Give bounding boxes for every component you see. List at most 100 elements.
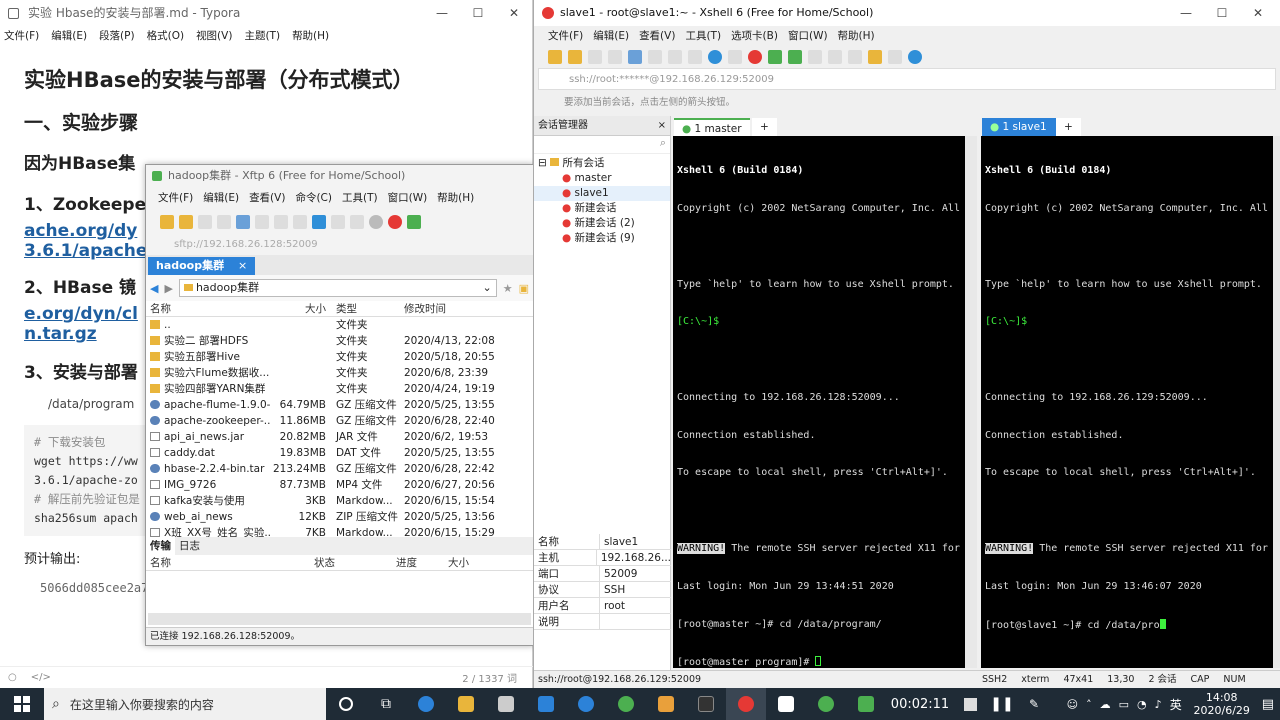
show-hidden-icon[interactable]: ˄ [1086, 698, 1092, 711]
cloud-icon[interactable]: ☁ [1100, 698, 1111, 711]
tcol-progress[interactable]: 进度 [396, 555, 448, 570]
cortana-icon[interactable] [326, 688, 366, 720]
xftp-menu-command[interactable]: 命令(C) [295, 187, 332, 209]
forward-icon[interactable]: ▶ [164, 282, 172, 295]
close-icon[interactable]: ✕ [1240, 0, 1276, 26]
star-icon[interactable]: ★ [503, 282, 513, 295]
menu-edit[interactable]: 编辑(E) [51, 26, 87, 46]
table-row[interactable]: IMG_9726 87.73MB MP4 文件 2020/6/27, 20:56 [146, 477, 533, 493]
chevron-down-icon[interactable]: ⌄ [483, 280, 492, 296]
app-green-icon[interactable] [806, 688, 846, 720]
k-app-icon[interactable] [566, 688, 606, 720]
back-icon[interactable]: ◀ [150, 282, 158, 295]
clock[interactable]: 14:08 2020/6/29 [1190, 691, 1254, 717]
globe-icon[interactable] [369, 215, 383, 229]
source-mode-icon[interactable]: </> [31, 672, 51, 683]
taskbar-search[interactable]: ⌕ 在这里输入你要搜索的内容 [44, 688, 326, 720]
table-row[interactable]: .. 文件夹 [146, 317, 533, 333]
tree-new-session-9[interactable]: ● 新建会话 (9) [534, 231, 670, 246]
tcol-status[interactable]: 状态 [314, 555, 396, 570]
col-size[interactable]: 大小 [270, 301, 332, 316]
store-icon[interactable] [486, 688, 526, 720]
properties-icon[interactable] [236, 215, 250, 229]
add-tab-button[interactable]: + [752, 118, 777, 136]
folder-up-icon[interactable]: ▣ [519, 282, 529, 295]
battery-icon[interactable]: ▭ [1119, 698, 1129, 711]
xs-menu-help[interactable]: 帮助(H) [838, 26, 875, 46]
terminal-master[interactable]: Xshell 6 (Build 0184) Copyright (c) 2002… [673, 136, 965, 668]
col-name[interactable]: 名称 [146, 301, 270, 316]
add-tab-button[interactable]: + [1056, 118, 1081, 136]
slave1-scrollbar[interactable] [1273, 136, 1280, 668]
person-icon[interactable]: ☺ [1067, 698, 1078, 711]
help-icon[interactable] [908, 50, 922, 64]
download-icon[interactable] [350, 215, 364, 229]
xftp-icon[interactable] [768, 50, 782, 64]
table-row[interactable]: X班_XX号_姓名_实验... 7KB Markdow... 2020/6/15, 1… [146, 525, 533, 537]
table-row[interactable]: 实验六Flume数据收... 文件夹 2020/6/8, 23:39 [146, 365, 533, 381]
tree-master[interactable]: ● master [534, 171, 670, 186]
xs-menu-tools[interactable]: 工具(T) [685, 26, 721, 46]
notification-icon[interactable]: ▤ [1262, 697, 1274, 712]
open-folder-icon[interactable] [179, 215, 193, 229]
menu-theme[interactable]: 主题(T) [244, 26, 280, 46]
new-session-icon[interactable] [548, 50, 562, 64]
app-orange-icon[interactable] [646, 688, 686, 720]
menu-file[interactable]: 文件(F) [4, 26, 39, 46]
start-button[interactable] [0, 688, 44, 720]
sidebar-toggle-icon[interactable]: ○ [8, 672, 17, 683]
menu-format[interactable]: 格式(O) [147, 26, 184, 46]
sync-icon[interactable] [312, 215, 326, 229]
xs-menu-tabs[interactable]: 选项卡(B) [731, 26, 778, 46]
menu-help[interactable]: 帮助(H) [292, 26, 329, 46]
tab-log[interactable]: 日志 [175, 537, 204, 555]
search-icon[interactable]: ⌕ [534, 136, 670, 154]
xshell-icon[interactable] [748, 50, 762, 64]
pen-icon[interactable]: ✎ [1018, 688, 1050, 720]
tree-new-session-2[interactable]: ● 新建会话 (2) [534, 216, 670, 231]
open-icon[interactable] [568, 50, 582, 64]
connect-icon[interactable] [588, 50, 602, 64]
table-row[interactable]: hbase-2.2.4-bin.tar 213.24MB GZ 压缩文件 2020/6… [146, 461, 533, 477]
edge-icon[interactable] [406, 688, 446, 720]
xftp-task-icon[interactable] [846, 688, 886, 720]
master-scrollbar[interactable] [965, 136, 977, 668]
tab-transfer[interactable]: 传输 [146, 537, 175, 555]
ime-indicator[interactable]: 英 [1170, 696, 1182, 713]
layout-icon[interactable] [888, 50, 902, 64]
maximize-icon[interactable]: ☐ [460, 0, 496, 26]
file-list[interactable]: 名称 大小 类型 修改时间 .. 文件夹 实验二 部署HDFS 文件夹 2020/4/1… [146, 301, 533, 537]
tcol-name[interactable]: 名称 [146, 555, 314, 570]
table-row[interactable]: apache-flume-1.9.0-... 64.79MB GZ 压缩文件 2020… [146, 397, 533, 413]
xshell-address-bar[interactable]: ssh://root:******@192.168.26.129:52009 [538, 68, 1276, 90]
xs-menu-window[interactable]: 窗口(W) [788, 26, 828, 46]
xftp-address-bar[interactable]: sftp://192.168.26.128:52009 [146, 235, 533, 255]
network-icon[interactable]: ◔ [1137, 698, 1147, 711]
tree-all-sessions[interactable]: ⊟ 所有会话 [534, 156, 670, 171]
xs-menu-view[interactable]: 查看(V) [639, 26, 675, 46]
paste-icon[interactable] [293, 215, 307, 229]
pause-record-icon[interactable]: ❚❚ [986, 688, 1018, 720]
task-view-icon[interactable]: ⧉ [366, 688, 406, 720]
xs-menu-edit[interactable]: 编辑(E) [593, 26, 629, 46]
xftp-menu-window[interactable]: 窗口(W) [388, 187, 428, 209]
word-count[interactable]: 2 / 1337 词 [462, 670, 517, 685]
col-type[interactable]: 类型 [332, 301, 400, 316]
menu-view[interactable]: 视图(V) [196, 26, 232, 46]
xshell-icon[interactable] [388, 215, 402, 229]
xshell-task-icon[interactable] [726, 688, 766, 720]
table-row[interactable]: kafka安装与使用 3KB Markdow... 2020/6/15, 15:54 [146, 493, 533, 509]
chrome-icon[interactable] [606, 688, 646, 720]
close-icon[interactable]: × [238, 259, 247, 272]
mail-icon[interactable] [526, 688, 566, 720]
properties-icon[interactable] [628, 50, 642, 64]
fullscreen-icon[interactable] [788, 50, 802, 64]
app-terminal-icon[interactable] [686, 688, 726, 720]
minimize-icon[interactable]: — [1168, 0, 1204, 26]
minimize-icon[interactable]: — [424, 0, 460, 26]
terminal-slave1[interactable]: Xshell 6 (Build 0184) Copyright (c) 2002… [981, 136, 1273, 668]
close-icon[interactable]: × [658, 116, 666, 136]
disconnect-icon[interactable] [217, 215, 231, 229]
close-icon[interactable]: ✕ [496, 0, 532, 26]
xftp-menu-view[interactable]: 查看(V) [249, 187, 285, 209]
